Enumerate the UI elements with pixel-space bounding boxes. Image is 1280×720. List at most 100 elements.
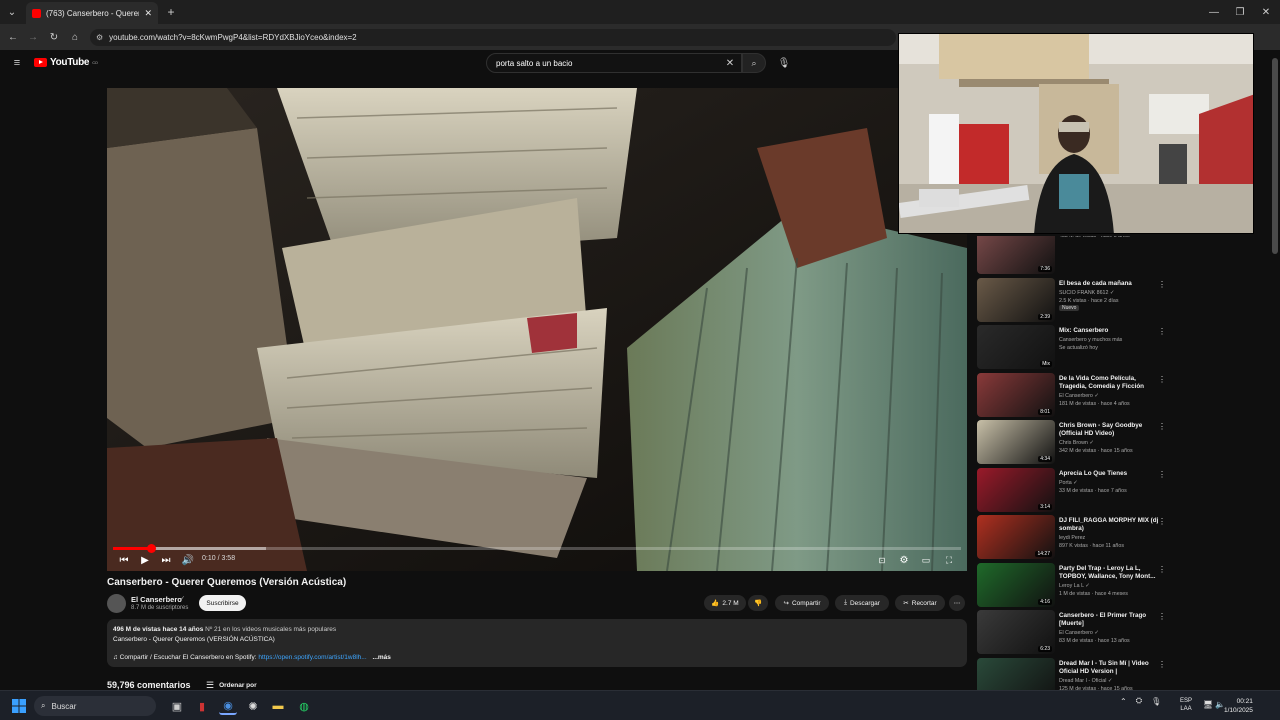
search-input[interactable]: porta salto a un bacio [486, 53, 742, 73]
more-vertical-icon[interactable]: ⋮ [1158, 660, 1166, 669]
recommendation-item[interactable]: 4:16 Party Del Trap - Leroy La L, TOPBOY,… [976, 562, 1176, 609]
spotify-link[interactable]: https://open.spotify.com/artist/1w8lh... [258, 654, 366, 661]
recommendation-title[interactable]: DJ FILI_RAGGA MORPHY MIX (dj sombra) [1059, 517, 1164, 533]
more-vertical-icon[interactable]: ⋮ [1158, 565, 1166, 574]
minimize-window-button[interactable]: — [1206, 4, 1222, 20]
address-bar[interactable]: ⚙ youtube.com/watch?v=8cKwmPwgP4&list=RD… [90, 29, 896, 46]
video-thumbnail[interactable]: 4:16 [977, 562, 1055, 607]
recommendation-channel[interactable]: Chris Brown ✓ [1059, 439, 1094, 447]
recommendation-channel[interactable]: El Canserbero ✓ [1059, 392, 1099, 400]
file-explorer-icon[interactable]: ▬ [269, 697, 287, 715]
video-thumbnail[interactable]: 7:36 [977, 236, 1055, 274]
recommendation-channel[interactable]: Dread Mar I - Oficial ✓ [1059, 677, 1112, 685]
more-vertical-icon[interactable]: ⋮ [1158, 422, 1166, 431]
recommendation-title[interactable]: Mix: Canserbero [1059, 327, 1164, 335]
recommendation-title[interactable]: El besa de cada mañana [1059, 280, 1164, 288]
chrome-icon[interactable]: ◉ [219, 697, 237, 715]
tray-app-icon[interactable]: ⛭ [1136, 696, 1142, 706]
tray-overflow-icon[interactable]: ⌃ [1120, 697, 1127, 706]
more-vertical-icon[interactable]: ⋮ [1158, 280, 1166, 289]
microphone-icon[interactable]: 🎙 [1151, 697, 1161, 706]
like-button[interactable]: 👍 2.7 M [704, 595, 746, 611]
recommendation-channel[interactable]: SUCIO FRANK 8612 ✓ [1059, 289, 1114, 297]
recommendation-item[interactable]: 7:36 433 M de vistas · hace 5 años [976, 236, 1176, 276]
home-button[interactable]: ⌂ [68, 30, 82, 44]
video-progress-bar[interactable] [113, 544, 961, 553]
recommendation-item[interactable]: 3:14 Aprecia Lo Que Tienes Porta ✓ 33 M de … [976, 467, 1176, 514]
play-icon[interactable]: ▶ [139, 554, 151, 566]
taskbar-search-input[interactable]: ⌕ Buscar [34, 696, 156, 716]
theater-mode-icon[interactable]: ▭ [919, 554, 933, 566]
video-thumbnail[interactable]: 8:01 [977, 372, 1055, 417]
more-vertical-icon[interactable]: ⋮ [1158, 517, 1166, 526]
previous-icon[interactable]: ⏮ [118, 554, 130, 566]
video-thumbnail[interactable]: 3:14 [977, 467, 1055, 512]
recommendation-title[interactable]: Canserbero - El Primer Trago [Muerte] [1059, 612, 1164, 628]
more-vertical-icon[interactable]: ⋮ [1158, 327, 1166, 336]
site-info-icon[interactable]: ⚙ [96, 33, 103, 42]
openai-icon[interactable]: ✺ [244, 697, 262, 715]
more-vertical-icon[interactable]: ⋮ [1158, 375, 1166, 384]
share-button[interactable]: ↪ Compartir [775, 595, 829, 611]
restore-window-button[interactable]: ❐ [1232, 4, 1248, 20]
whatsapp-icon[interactable]: ◍ [295, 697, 313, 715]
close-tab-icon[interactable]: ✕ [144, 8, 152, 19]
windows-start-icon[interactable] [10, 697, 28, 715]
subscribe-button[interactable]: Suscribirse [199, 595, 246, 611]
menu-icon[interactable]: ≡ [10, 57, 24, 69]
language-indicator[interactable]: ESP LAA [1180, 697, 1192, 713]
more-vertical-icon[interactable]: ⋮ [1158, 470, 1166, 479]
recommendation-channel[interactable]: Leroy La L ✓ [1059, 582, 1090, 590]
recommendation-channel[interactable]: Porta ✓ [1059, 479, 1078, 487]
browser-tab[interactable]: (763) Canserbero - Querer Que... ✕ [26, 2, 158, 24]
forward-button[interactable]: → [26, 30, 40, 44]
app-icon-red[interactable]: ▮ [193, 697, 211, 715]
voice-search-icon[interactable]: 🎙 [776, 55, 792, 71]
channel-avatar[interactable] [107, 594, 126, 613]
more-actions-button[interactable]: ⋯ [949, 595, 965, 611]
video-player[interactable] [107, 88, 967, 571]
description-box[interactable]: 496 M de vistas hace 14 años Nº 21 en lo… [107, 619, 967, 667]
taskbar-clock[interactable]: 00:21 1/10/2025 [1224, 697, 1253, 715]
video-thumbnail[interactable]: 4:14 [977, 657, 1055, 690]
subtitles-icon[interactable]: ⊡ [875, 554, 889, 566]
tab-search-icon[interactable]: ⌄ [4, 4, 20, 20]
recommendation-title[interactable]: De la Vida Como Película, Tragedia, Come… [1059, 375, 1164, 391]
close-window-button[interactable]: ✕ [1258, 4, 1274, 20]
back-button[interactable]: ← [6, 30, 20, 44]
reload-button[interactable]: ↻ [47, 30, 61, 44]
recommendation-title[interactable]: Dread Mar I - Tu Sin Mí | Video Oficial … [1059, 660, 1164, 676]
recommendation-channel[interactable]: leydi Perez [1059, 534, 1085, 542]
recommendation-title[interactable]: Party Del Trap - Leroy La L, TOPBOY, Wal… [1059, 565, 1164, 581]
page-scrollbar[interactable] [1272, 58, 1278, 254]
recommendation-item[interactable]: 6:23 Canserbero - El Primer Trago [Muerte… [976, 610, 1176, 656]
video-thumbnail[interactable]: Mix [977, 325, 1055, 369]
fullscreen-icon[interactable]: ⛶ [942, 554, 956, 566]
recommendation-item[interactable]: 8:01 De la Vida Como Película, Tragedia, … [976, 372, 1176, 419]
volume-icon[interactable]: 🔊 [182, 554, 194, 566]
search-button[interactable]: ⌕ [742, 53, 766, 73]
clear-search-icon[interactable]: ✕ [724, 56, 736, 70]
recommendation-item[interactable]: 4:34 Chris Brown - Say Goodbye (Official … [976, 420, 1176, 466]
recommendation-title[interactable]: Aprecia Lo Que Tienes [1059, 470, 1164, 478]
download-button[interactable]: ⤓ Descargar [835, 595, 889, 611]
recommendation-title[interactable]: Chris Brown - Say Goodbye (Official HD V… [1059, 422, 1164, 438]
youtube-logo[interactable]: YouTube CO [34, 57, 98, 68]
video-thumbnail[interactable]: 2:39 [977, 277, 1055, 322]
dislike-button[interactable]: 👎 [748, 595, 768, 611]
recommendation-channel[interactable]: El Canserbero ✓ [1059, 629, 1099, 637]
video-thumbnail[interactable]: 14:27 [977, 515, 1055, 559]
video-thumbnail[interactable]: 6:23 [977, 610, 1055, 654]
recommendation-item[interactable]: 4:14Dread Mar I - Tu Sin Mí | Video Ofic… [976, 657, 1176, 690]
more-vertical-icon[interactable]: ⋮ [1158, 612, 1166, 621]
recommendation-channel[interactable]: Canserbero y muchos más [1059, 336, 1122, 344]
clip-button[interactable]: ✂ Recortar [895, 595, 945, 611]
settings-gear-icon[interactable]: ⚙ [897, 554, 911, 566]
channel-name[interactable]: El Canserbero [131, 595, 182, 604]
show-more-link[interactable]: ...más [372, 654, 390, 661]
recommendation-item[interactable]: 2:39 El besa de cada mañana SUCIO FRANK 86… [976, 277, 1176, 324]
recommendation-item[interactable]: 14:27 DJ FILI_RAGGA MORPHY MIX (dj sombra… [976, 515, 1176, 561]
network-icon[interactable]: 🖥 [1203, 700, 1213, 709]
recommendation-item[interactable]: Mix Mix: Canserbero Canserbero y muchos má… [976, 325, 1176, 371]
video-thumbnail[interactable]: 4:34 [977, 420, 1055, 464]
